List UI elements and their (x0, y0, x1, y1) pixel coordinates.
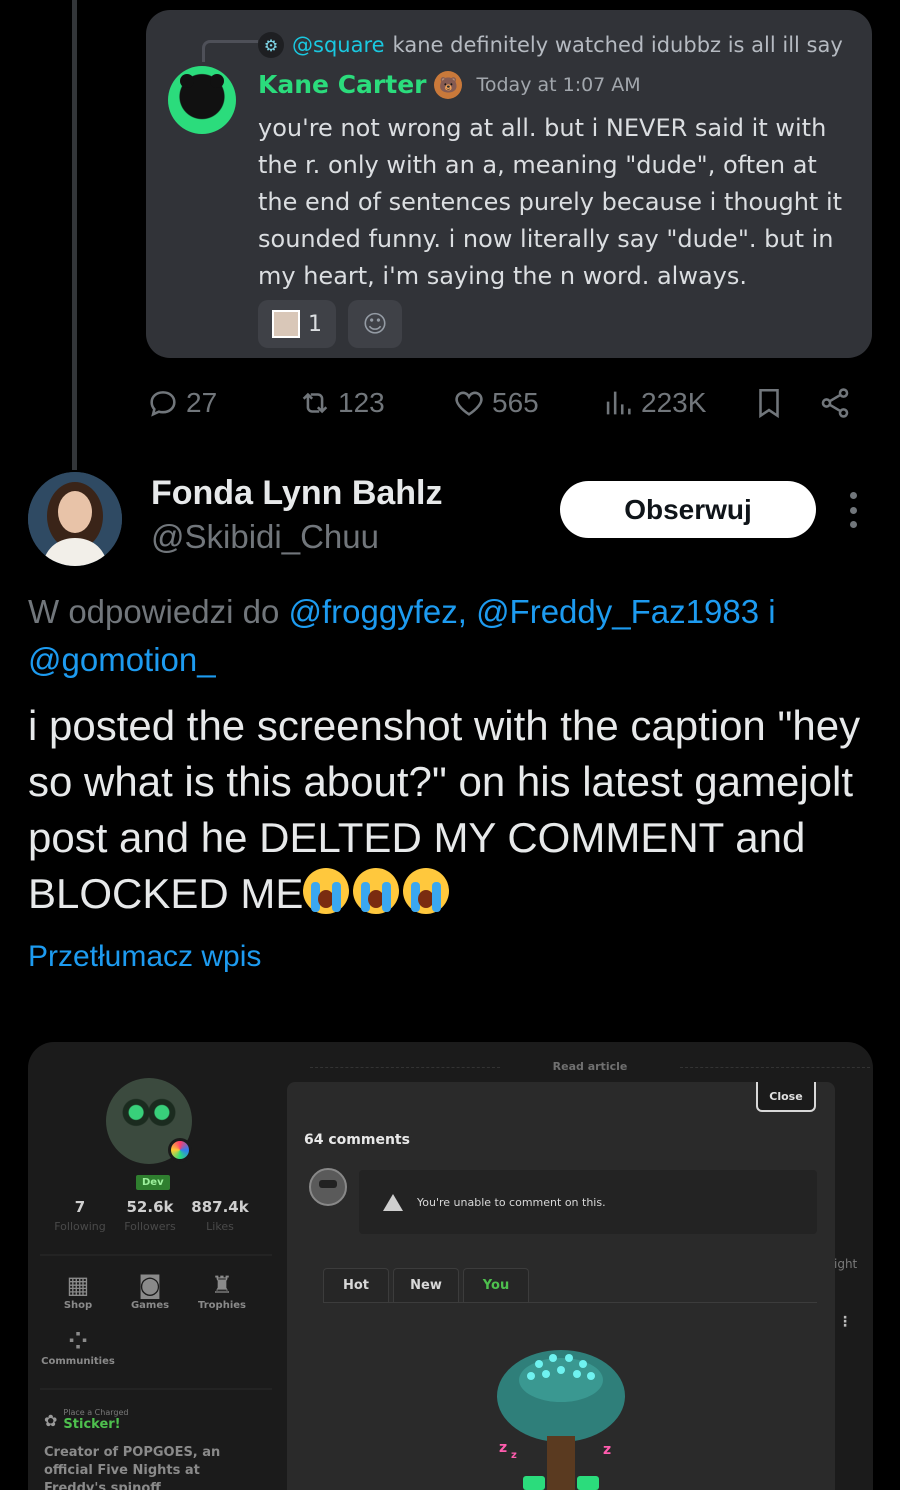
crying-face-icon (353, 868, 400, 914)
reaction-chip[interactable]: 1 (258, 300, 336, 348)
crying-face-icon (403, 868, 450, 914)
comment-blocked-notice: You're unable to comment on this. (359, 1170, 817, 1234)
discord-reactions: 1 ☺ (258, 300, 402, 348)
sticker-icon: ✿ (44, 1410, 58, 1430)
add-reaction-icon[interactable]: ☺ (348, 300, 402, 348)
author-name[interactable]: Fonda Lynn Bahlz (151, 474, 443, 513)
like-icon (455, 391, 483, 416)
discord-message-header: Kane Carter 🐻 Today at 1:07 AM (258, 70, 641, 99)
reply-icon (150, 391, 176, 417)
discord-reply-reference: ⚙ @square kane definitely watched idubbz… (258, 32, 843, 58)
like-count: 565 (492, 387, 539, 418)
share-icon (821, 388, 849, 418)
follow-button[interactable]: Obserwuj (560, 481, 816, 538)
thread-connector-line (72, 0, 77, 470)
tab-hot: Hot (323, 1268, 389, 1302)
gamepad-icon: ◙ (138, 1271, 162, 1299)
side-text-fragment: ight (834, 1257, 858, 1271)
repost-icon (302, 392, 328, 414)
trophy-icon: ♜ (211, 1271, 233, 1299)
views-icon (606, 391, 631, 415)
reply-connector (202, 40, 258, 62)
reply-context: W odpowiedzi do @froggyfez, @Freddy_Faz1… (28, 588, 848, 684)
more-options-icon: ⋮ (838, 1314, 852, 1330)
repost-count: 123 (338, 387, 385, 418)
nav-shop: ▦ Shop (38, 1270, 118, 1311)
nav-games: ◙ Games (110, 1270, 190, 1311)
translate-link[interactable]: Przetłumacz wpis (28, 940, 261, 974)
mention-link[interactable]: @Freddy_Faz1983 (476, 593, 759, 630)
verified-badge-icon (168, 1138, 192, 1162)
bookmark-button[interactable] (752, 378, 786, 428)
reply-count: 27 (186, 387, 218, 418)
view-count: 223K (641, 387, 707, 418)
reply-username: @square (292, 33, 385, 57)
divider (40, 1388, 272, 1390)
blocked-message: You're unable to comment on this. (417, 1195, 606, 1209)
post-action-bar: 27 123 565 223K (146, 378, 866, 428)
stat-following: 7 Following (54, 1198, 106, 1233)
read-article-label: Read article (310, 1060, 870, 1073)
like-button[interactable]: 565 (452, 378, 539, 428)
profile-bio: Creator of POPGOES, an official Five Nig… (44, 1445, 221, 1490)
shop-icon: ▦ (66, 1271, 90, 1299)
mention-link[interactable]: @froggyfez, (288, 593, 466, 630)
avatar (168, 66, 236, 134)
stat-likes: 887.4k Likes (191, 1198, 249, 1233)
tab-you: You (463, 1268, 529, 1302)
warning-icon (383, 1193, 403, 1211)
attached-image[interactable]: Dev 7 Following 52.6k Followers 887.4k Like… (28, 1042, 873, 1490)
views-button[interactable]: 223K (601, 378, 706, 428)
comments-modal: Close 64 comments You're unable to comme… (287, 1082, 835, 1490)
bookmark-icon (759, 388, 779, 419)
more-options-icon[interactable] (844, 492, 862, 528)
mention-link[interactable]: @gomotion_ (28, 641, 216, 678)
close-button: Close (756, 1082, 816, 1112)
discord-author-name: Kane Carter (258, 70, 427, 99)
divider (40, 1254, 272, 1256)
divider (323, 1302, 817, 1303)
discord-timestamp: Today at 1:07 AM (476, 73, 641, 96)
comment-sort-tabs: Hot New You (323, 1268, 529, 1302)
svg-text:z: z (511, 1450, 517, 1461)
share-button[interactable] (818, 378, 852, 428)
communities-icon: ⁘ (67, 1327, 89, 1355)
bear-badge-icon: 🐻 (434, 70, 463, 99)
author-handle[interactable]: @Skibidi_Chuu (151, 518, 379, 556)
tweet-body: i posted the screenshot with the caption… (28, 698, 868, 922)
avatar (309, 1168, 347, 1206)
discord-screenshot-card[interactable]: ⚙ @square kane definitely watched idubbz… (146, 10, 872, 358)
comments-count: 64 comments (304, 1132, 410, 1148)
reply-button[interactable]: 27 (146, 378, 217, 428)
reply-prefix: W odpowiedzi do (28, 593, 280, 630)
custom-emoji-icon (272, 310, 300, 338)
nav-communities: ⁘ Communities (38, 1326, 118, 1367)
stat-followers: 52.6k Followers (124, 1198, 176, 1233)
nav-trophies: ♜ Trophies (182, 1270, 262, 1311)
tab-new: New (393, 1268, 459, 1302)
robot-avatar-icon: ⚙ (258, 32, 284, 58)
discord-message-text: you're not wrong at all. but i NEVER sai… (258, 114, 843, 290)
reply-conjunction: i (768, 593, 776, 630)
sticker-prompt: ✿ Place a Charged Sticker! (44, 1408, 129, 1432)
crying-face-icon (303, 868, 350, 914)
sleeping-tree-mascot-icon: z z z (497, 1350, 625, 1490)
svg-text:z: z (499, 1440, 507, 1456)
reaction-count: 1 (308, 311, 322, 337)
dev-tag: Dev (136, 1175, 170, 1190)
reply-snippet: kane definitely watched idubbz is all il… (392, 33, 843, 57)
avatar[interactable] (28, 472, 122, 566)
svg-text:z: z (603, 1442, 611, 1458)
repost-button[interactable]: 123 (298, 378, 385, 428)
